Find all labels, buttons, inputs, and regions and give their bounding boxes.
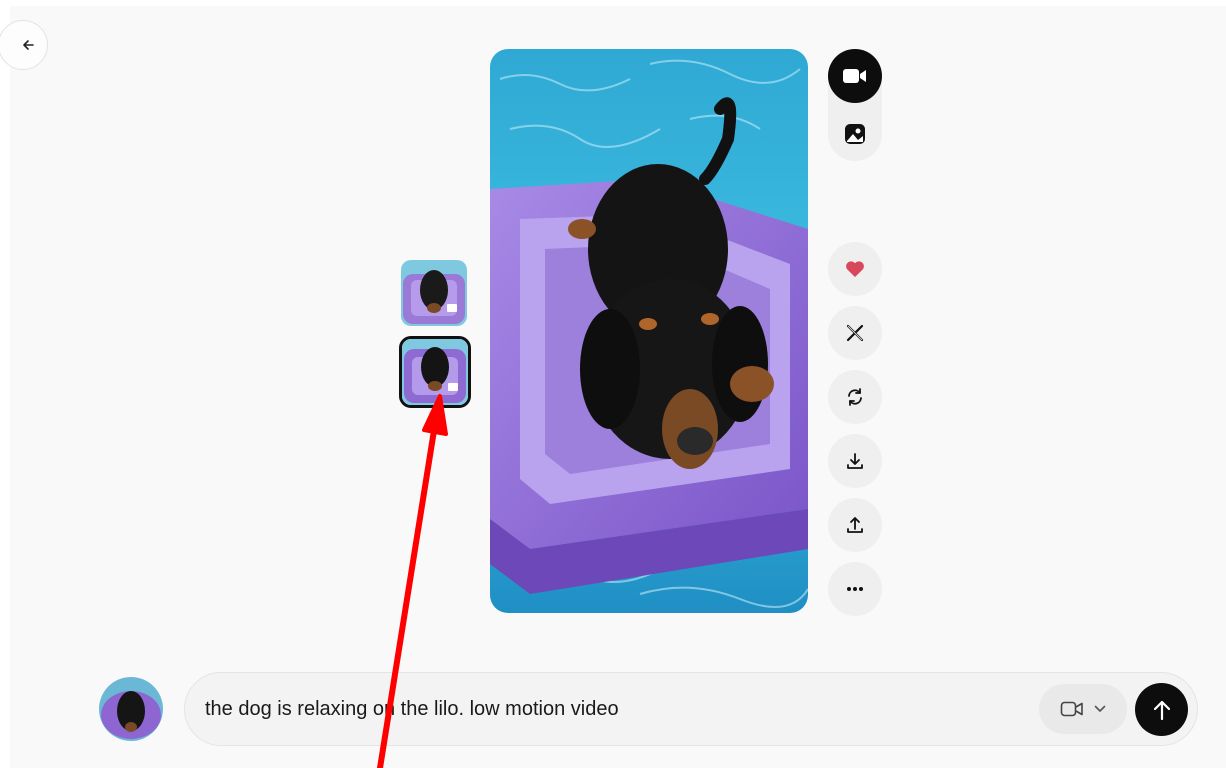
- dog-on-pool-float-image: [490, 49, 808, 613]
- image-mode-button[interactable]: [828, 107, 882, 161]
- media-mode-switch: [828, 49, 882, 161]
- back-button[interactable]: [0, 20, 48, 70]
- refresh-icon: [848, 388, 862, 406]
- arrow-up-icon: [1153, 700, 1170, 720]
- generation-thumbnail-1[interactable]: [401, 260, 467, 326]
- media-type-dropdown[interactable]: [1039, 684, 1127, 734]
- chevron-down-icon: [1094, 705, 1106, 712]
- app-window: the dog is relaxing on the lilo. low mot…: [0, 6, 1226, 768]
- regenerate-button[interactable]: [828, 370, 882, 424]
- share-to-x-button[interactable]: [828, 306, 882, 360]
- more-options-button[interactable]: [828, 562, 882, 616]
- heart-icon: [846, 261, 864, 277]
- image-icon: [845, 124, 865, 144]
- generation-thumbnail-2-selected[interactable]: [399, 336, 471, 408]
- prompt-input[interactable]: the dog is relaxing on the lilo. low mot…: [205, 673, 619, 745]
- download-icon: [847, 453, 863, 469]
- share-icon: [847, 517, 863, 533]
- arrow-left-icon: [23, 40, 34, 50]
- video-mode-button[interactable]: [828, 49, 882, 103]
- send-button[interactable]: [1135, 683, 1188, 736]
- download-button[interactable]: [828, 434, 882, 488]
- dog-on-lilo-thumbnail-image: [402, 339, 468, 405]
- prompt-input-bar[interactable]: the dog is relaxing on the lilo. low mot…: [184, 672, 1198, 746]
- share-button[interactable]: [828, 498, 882, 552]
- video-icon: [843, 69, 866, 83]
- more-icon: [847, 587, 863, 591]
- x-logo-icon: [846, 324, 864, 342]
- dog-avatar-image: [99, 677, 163, 741]
- like-button[interactable]: [828, 242, 882, 296]
- video-icon: [1060, 701, 1083, 717]
- avatar[interactable]: [99, 677, 163, 741]
- generated-image-dog-on-lilo[interactable]: [490, 49, 808, 613]
- dog-on-lilo-thumbnail-image: [401, 260, 467, 326]
